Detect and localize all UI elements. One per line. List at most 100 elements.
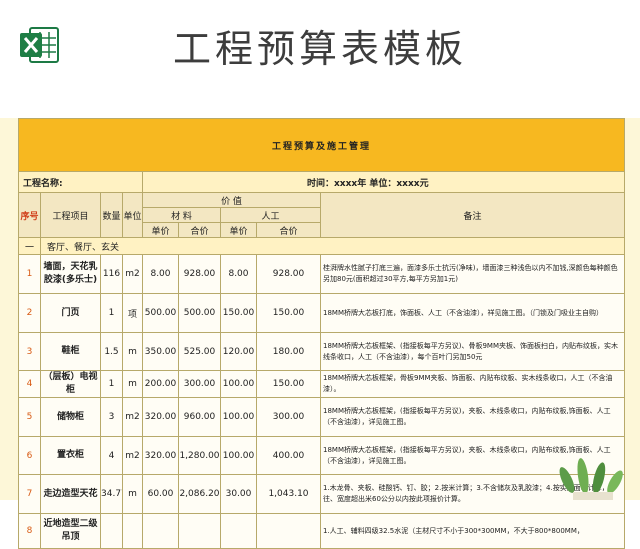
row-qty[interactable]: 34.77	[100, 474, 123, 514]
row-unit[interactable]: m	[122, 332, 143, 371]
row-mat-price[interactable]: 500.00	[142, 293, 179, 333]
row-name[interactable]: 鞋柜	[40, 332, 101, 371]
row-seq[interactable]: 1	[18, 254, 41, 294]
row-lab-total[interactable]	[256, 513, 321, 549]
row-name[interactable]: 储物柜	[40, 397, 101, 437]
row-qty[interactable]: 4	[100, 436, 123, 475]
col-labor: 人工	[220, 207, 321, 223]
row-note[interactable]: 18MM桥牌大芯板框架、(指接板每平方另议)、骨板9MM夹板、饰面板扫白，内贴布…	[319, 332, 626, 371]
col-material: 材 料	[142, 207, 221, 223]
row-mat-total[interactable]: 2,086.20	[178, 474, 221, 514]
row-seq[interactable]: 7	[18, 474, 41, 514]
row-name[interactable]: 近地造型二级吊顶	[40, 513, 101, 549]
row-mat-total[interactable]: 300.00	[178, 370, 221, 398]
row-seq[interactable]: 6	[18, 436, 41, 475]
row-mat-total[interactable]: 960.00	[178, 397, 221, 437]
table-row: 1 墙面，天花乳胶漆(多乐士) 116 m2 8.00 928.00 8.00 …	[18, 254, 626, 294]
table-row: 3 鞋柜 1.5 m 350.00 525.00 120.00 180.00 1…	[18, 332, 626, 371]
row-name[interactable]: 置衣柜	[40, 436, 101, 475]
row-seq[interactable]: 5	[18, 397, 41, 437]
col-mat-unit-price: 单价	[142, 222, 179, 238]
row-lab-total[interactable]: 928.00	[256, 254, 321, 294]
col-seq: 序号	[18, 192, 41, 238]
row-lab-total[interactable]: 180.00	[256, 332, 321, 371]
section-number: 一	[18, 237, 41, 255]
row-unit[interactable]: m	[122, 370, 143, 398]
row-unit[interactable]: 项	[122, 293, 143, 333]
row-note[interactable]: 18MM桥牌大芯板框架，(指接板每平方另议)，夹板、木线条收口，内贴布纹板,饰面…	[319, 397, 626, 437]
row-name[interactable]: 门页	[40, 293, 101, 333]
row-qty[interactable]: 116	[100, 254, 123, 294]
budget-table: 工程预算及施工管理 工程名称: 时间：xxxx年 单位：xxxx元 序号 工程项…	[17, 118, 626, 549]
page-title: 工程预算表模板	[172, 27, 467, 71]
row-lab-price[interactable]: 120.00	[220, 332, 257, 371]
row-qty[interactable]: 1	[100, 293, 123, 333]
page-header: 工程预算表模板	[0, 0, 640, 98]
header-row-1: 序号 工程项目 数量 单位 价 值 备注	[18, 192, 626, 238]
row-mat-price[interactable]	[142, 513, 179, 549]
row-mat-total[interactable]	[178, 513, 221, 549]
sheet-title: 工程预算及施工管理	[17, 118, 626, 172]
row-lab-total[interactable]: 1,043.10	[256, 474, 321, 514]
row-unit[interactable]: m2	[122, 397, 143, 437]
row-lab-price[interactable]: 100.00	[220, 370, 257, 398]
row-name[interactable]: 墙面，天花乳胶漆(多乐士)	[40, 254, 101, 294]
row-mat-price[interactable]: 200.00	[142, 370, 179, 398]
row-qty[interactable]	[100, 513, 123, 549]
section-row: 一 客厅、餐厅、玄关	[18, 237, 626, 255]
table-row: 6 置衣柜 4 m2 320.00 1,280.00 100.00 400.00…	[18, 436, 626, 475]
row-mat-total[interactable]: 1,280.00	[178, 436, 221, 475]
row-lab-price[interactable]: 100.00	[220, 397, 257, 437]
row-mat-total[interactable]: 500.00	[178, 293, 221, 333]
row-seq[interactable]: 2	[18, 293, 41, 333]
table-row: 4 （层板）电视柜 1 m 200.00 300.00 100.00 150.0…	[18, 370, 626, 398]
table-row: 5 储物柜 3 m2 320.00 960.00 100.00 300.00 1…	[18, 397, 626, 437]
row-name[interactable]: 走边造型天花	[40, 474, 101, 514]
row-unit[interactable]: m2	[122, 436, 143, 475]
row-mat-price[interactable]: 60.00	[142, 474, 179, 514]
row-name[interactable]: （层板）电视柜	[40, 370, 101, 398]
col-note: 备注	[319, 192, 626, 238]
row-mat-total[interactable]: 928.00	[178, 254, 221, 294]
row-mat-price[interactable]: 320.00	[142, 397, 179, 437]
col-qty: 数量	[100, 192, 123, 238]
row-qty[interactable]: 3	[100, 397, 123, 437]
col-value: 价 值	[142, 192, 321, 208]
project-name-label[interactable]: 工程名称:	[18, 171, 143, 193]
plant-decoration-icon	[559, 458, 623, 500]
row-lab-price[interactable]	[220, 513, 257, 549]
col-item: 工程项目	[40, 192, 101, 238]
table-row: 8 近地造型二级吊顶 1.人工、辅料四级32.5水泥（主材尺寸不小于300*30…	[18, 513, 626, 549]
row-note[interactable]: 桂湃牌水性腻子打底三遍，面漆多乐士抗污(净味)，墙面漆三种浅色以内不加钱,深颜色…	[319, 254, 626, 294]
row-note[interactable]: 1.人工、辅料四级32.5水泥（主材尺寸不小于300*300MM，不大于800*…	[319, 513, 626, 549]
row-mat-price[interactable]: 350.00	[142, 332, 179, 371]
row-lab-price[interactable]: 100.00	[220, 436, 257, 475]
row-seq[interactable]: 4	[18, 370, 41, 398]
col-lab-unit-price: 单价	[220, 222, 257, 238]
table-row: 2 门页 1 项 500.00 500.00 150.00 150.00 18M…	[18, 293, 626, 333]
col-mat-total: 合价	[178, 222, 221, 238]
row-mat-price[interactable]: 8.00	[142, 254, 179, 294]
row-seq[interactable]: 3	[18, 332, 41, 371]
row-unit[interactable]: m	[122, 474, 143, 514]
row-mat-total[interactable]: 525.00	[178, 332, 221, 371]
sheet-title-row: 工程预算及施工管理	[17, 118, 626, 172]
row-unit[interactable]	[122, 513, 143, 549]
row-mat-price[interactable]: 320.00	[142, 436, 179, 475]
row-qty[interactable]: 1.5	[100, 332, 123, 371]
row-lab-total[interactable]: 150.00	[256, 370, 321, 398]
row-lab-price[interactable]: 30.00	[220, 474, 257, 514]
row-qty[interactable]: 1	[100, 370, 123, 398]
col-lab-total: 合价	[256, 222, 321, 238]
time-unit-info: 时间：xxxx年 单位：xxxx元	[141, 171, 626, 193]
project-info-row: 工程名称: 时间：xxxx年 单位：xxxx元	[18, 171, 626, 193]
row-note[interactable]: 18MM桥牌大芯板打底，饰面板、人工（不含油漆），祥见施工图。（门锁及门吸业主自…	[319, 293, 626, 333]
row-lab-total[interactable]: 400.00	[256, 436, 321, 475]
row-seq[interactable]: 8	[18, 513, 41, 549]
row-lab-total[interactable]: 150.00	[256, 293, 321, 333]
row-note[interactable]: 18MM桥牌大芯板框架，骨板9MM夹板、饰面板、内贴布纹板、实木线条收口，人工（…	[319, 370, 626, 398]
row-lab-price[interactable]: 8.00	[220, 254, 257, 294]
row-lab-total[interactable]: 300.00	[256, 397, 321, 437]
row-lab-price[interactable]: 150.00	[220, 293, 257, 333]
row-unit[interactable]: m2	[122, 254, 143, 294]
